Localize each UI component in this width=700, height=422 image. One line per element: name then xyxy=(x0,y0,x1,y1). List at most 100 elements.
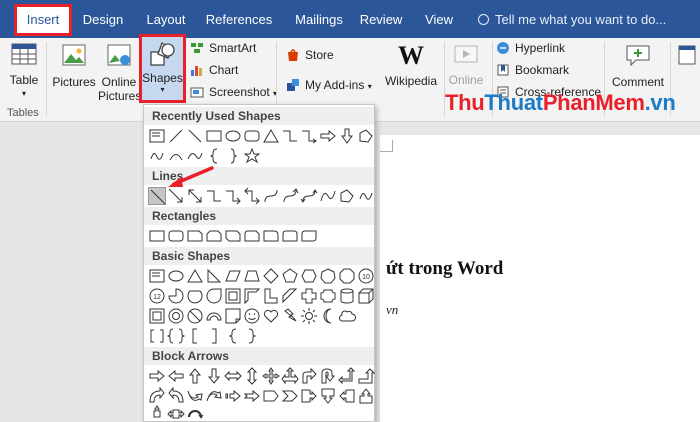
right-brace-shape[interactable] xyxy=(243,327,261,345)
freeform-shape[interactable] xyxy=(357,127,375,145)
right-arrow-callout-shape[interactable] xyxy=(300,387,318,405)
up-arrow-callout-shape[interactable] xyxy=(357,387,375,405)
pentagon-shape[interactable] xyxy=(281,267,299,285)
bevel-shape[interactable] xyxy=(148,307,166,325)
hexagon-shape[interactable] xyxy=(300,267,318,285)
my-addins-button[interactable]: My Add-ins ▾ xyxy=(286,75,372,95)
notched-right-arrow-shape[interactable] xyxy=(243,387,261,405)
snip-diagonal-rectangle-shape[interactable] xyxy=(224,227,242,245)
header-button[interactable] xyxy=(676,44,698,69)
curve-line-shape[interactable] xyxy=(319,187,337,205)
tab-review[interactable]: Review xyxy=(358,6,404,34)
diagonal-stripe-shape[interactable] xyxy=(281,287,299,305)
up-down-arrow-shape[interactable] xyxy=(243,367,261,385)
pentagon-arrow-shape[interactable] xyxy=(262,387,280,405)
oval-shape[interactable] xyxy=(224,127,242,145)
tell-me-box[interactable]: Tell me what you want to do... xyxy=(478,6,666,34)
heptagon-shape[interactable] xyxy=(319,267,337,285)
connector-shape[interactable] xyxy=(300,127,318,145)
plaque-shape[interactable] xyxy=(319,287,337,305)
rounded-rectangle-shape[interactable] xyxy=(243,127,261,145)
chevron-shape[interactable] xyxy=(281,387,299,405)
elbow-arrow-shape[interactable] xyxy=(224,187,242,205)
down-arrow-callout-shape[interactable] xyxy=(319,387,337,405)
wikipedia-button[interactable]: W Wikipedia xyxy=(382,42,440,89)
triangle-shape[interactable] xyxy=(262,127,280,145)
online-video-button[interactable]: Online xyxy=(446,42,486,87)
parallelogram-shape[interactable] xyxy=(224,267,242,285)
round-single-corner-rectangle-shape[interactable] xyxy=(262,227,280,245)
store-button[interactable]: Store xyxy=(286,45,334,65)
brace-shape[interactable] xyxy=(224,147,242,165)
hyperlink-button[interactable]: Hyperlink xyxy=(496,38,565,58)
curved-down-arrow-shape[interactable] xyxy=(205,387,223,405)
down-arrow-shape[interactable] xyxy=(205,367,223,385)
arrow-right-shape[interactable] xyxy=(319,127,337,145)
snip-corner-rectangle-shape[interactable] xyxy=(186,227,204,245)
curved-right-arrow-shape[interactable] xyxy=(148,386,166,405)
can-shape[interactable] xyxy=(338,287,356,305)
pie-shape[interactable] xyxy=(167,287,185,305)
shapes-button[interactable]: Shapes ▾ xyxy=(139,34,186,103)
left-right-arrow-callout-shape[interactable] xyxy=(167,405,185,421)
line-shape[interactable] xyxy=(186,127,204,145)
left-right-arrow-shape[interactable] xyxy=(224,367,242,385)
teardrop-shape[interactable] xyxy=(205,287,223,305)
tab-design[interactable]: Design xyxy=(78,6,128,34)
star-shape[interactable] xyxy=(243,147,261,165)
right-arrow-shape[interactable] xyxy=(148,367,166,385)
tab-view[interactable]: View xyxy=(420,6,458,34)
left-arrow-callout-shape[interactable] xyxy=(338,387,356,405)
triangle-shape[interactable] xyxy=(186,267,204,285)
tab-insert[interactable]: Insert xyxy=(14,4,72,36)
half-frame-shape[interactable] xyxy=(243,287,261,305)
curved-double-arrow-shape[interactable] xyxy=(300,187,318,205)
text-box-shape[interactable] xyxy=(148,127,166,145)
tab-references[interactable]: References xyxy=(204,6,274,34)
left-bracket-shape[interactable] xyxy=(186,327,204,345)
round-same-side-rectangle-shape[interactable] xyxy=(281,227,299,245)
striped-right-arrow-shape[interactable] xyxy=(224,387,242,405)
line-shape-selected[interactable] xyxy=(148,187,166,205)
right-triangle-shape[interactable] xyxy=(205,267,223,285)
up-arrow-shape[interactable] xyxy=(186,367,204,385)
left-up-arrow-shape[interactable] xyxy=(338,367,356,385)
rectangle-shape[interactable] xyxy=(148,227,166,245)
chord-shape[interactable] xyxy=(186,287,204,305)
circular-arrow-shape[interactable] xyxy=(186,405,204,421)
octagon-shape[interactable] xyxy=(338,267,356,285)
curved-arrow-shape[interactable] xyxy=(281,187,299,205)
online-pictures-button[interactable]: Online Pictures xyxy=(98,42,141,103)
left-right-up-arrow-shape[interactable] xyxy=(281,367,299,385)
snip-same-side-rectangle-shape[interactable] xyxy=(205,227,223,245)
freeform-line-shape[interactable] xyxy=(338,187,356,205)
rounded-rectangle-shape[interactable] xyxy=(167,227,185,245)
cross-shape[interactable] xyxy=(300,287,318,305)
arc-shape[interactable] xyxy=(167,147,185,165)
quad-arrow-shape[interactable] xyxy=(262,367,280,385)
u-turn-arrow-shape[interactable] xyxy=(319,367,337,385)
curved-left-arrow-shape[interactable] xyxy=(167,386,185,405)
tab-layout[interactable]: Layout xyxy=(140,6,192,34)
left-arrow-shape[interactable] xyxy=(167,367,185,385)
bent-arrow-shape[interactable] xyxy=(300,367,318,385)
double-brace-shape[interactable] xyxy=(166,327,186,345)
block-arc-shape[interactable] xyxy=(205,307,223,325)
cloud-shape[interactable] xyxy=(338,307,356,325)
moon-shape[interactable] xyxy=(319,307,337,325)
smiley-face-shape[interactable] xyxy=(243,307,261,325)
scribble-shape[interactable] xyxy=(148,147,166,165)
bent-up-arrow-shape[interactable] xyxy=(357,367,376,385)
pictures-button[interactable]: Pictures xyxy=(52,42,96,89)
folded-corner-shape[interactable] xyxy=(224,307,242,325)
round-diagonal-rectangle-shape[interactable] xyxy=(300,227,318,245)
heart-shape[interactable] xyxy=(262,307,280,325)
right-bracket-shape[interactable] xyxy=(205,327,223,345)
screenshot-button[interactable]: Screenshot ▾ xyxy=(190,82,277,102)
arrow-down-shape[interactable] xyxy=(338,127,356,145)
smartart-button[interactable]: SmartArt xyxy=(190,38,256,58)
frame-shape[interactable] xyxy=(224,287,242,305)
line-shape[interactable] xyxy=(167,127,185,145)
connector-shape[interactable] xyxy=(281,127,299,145)
sun-shape[interactable] xyxy=(300,307,318,325)
